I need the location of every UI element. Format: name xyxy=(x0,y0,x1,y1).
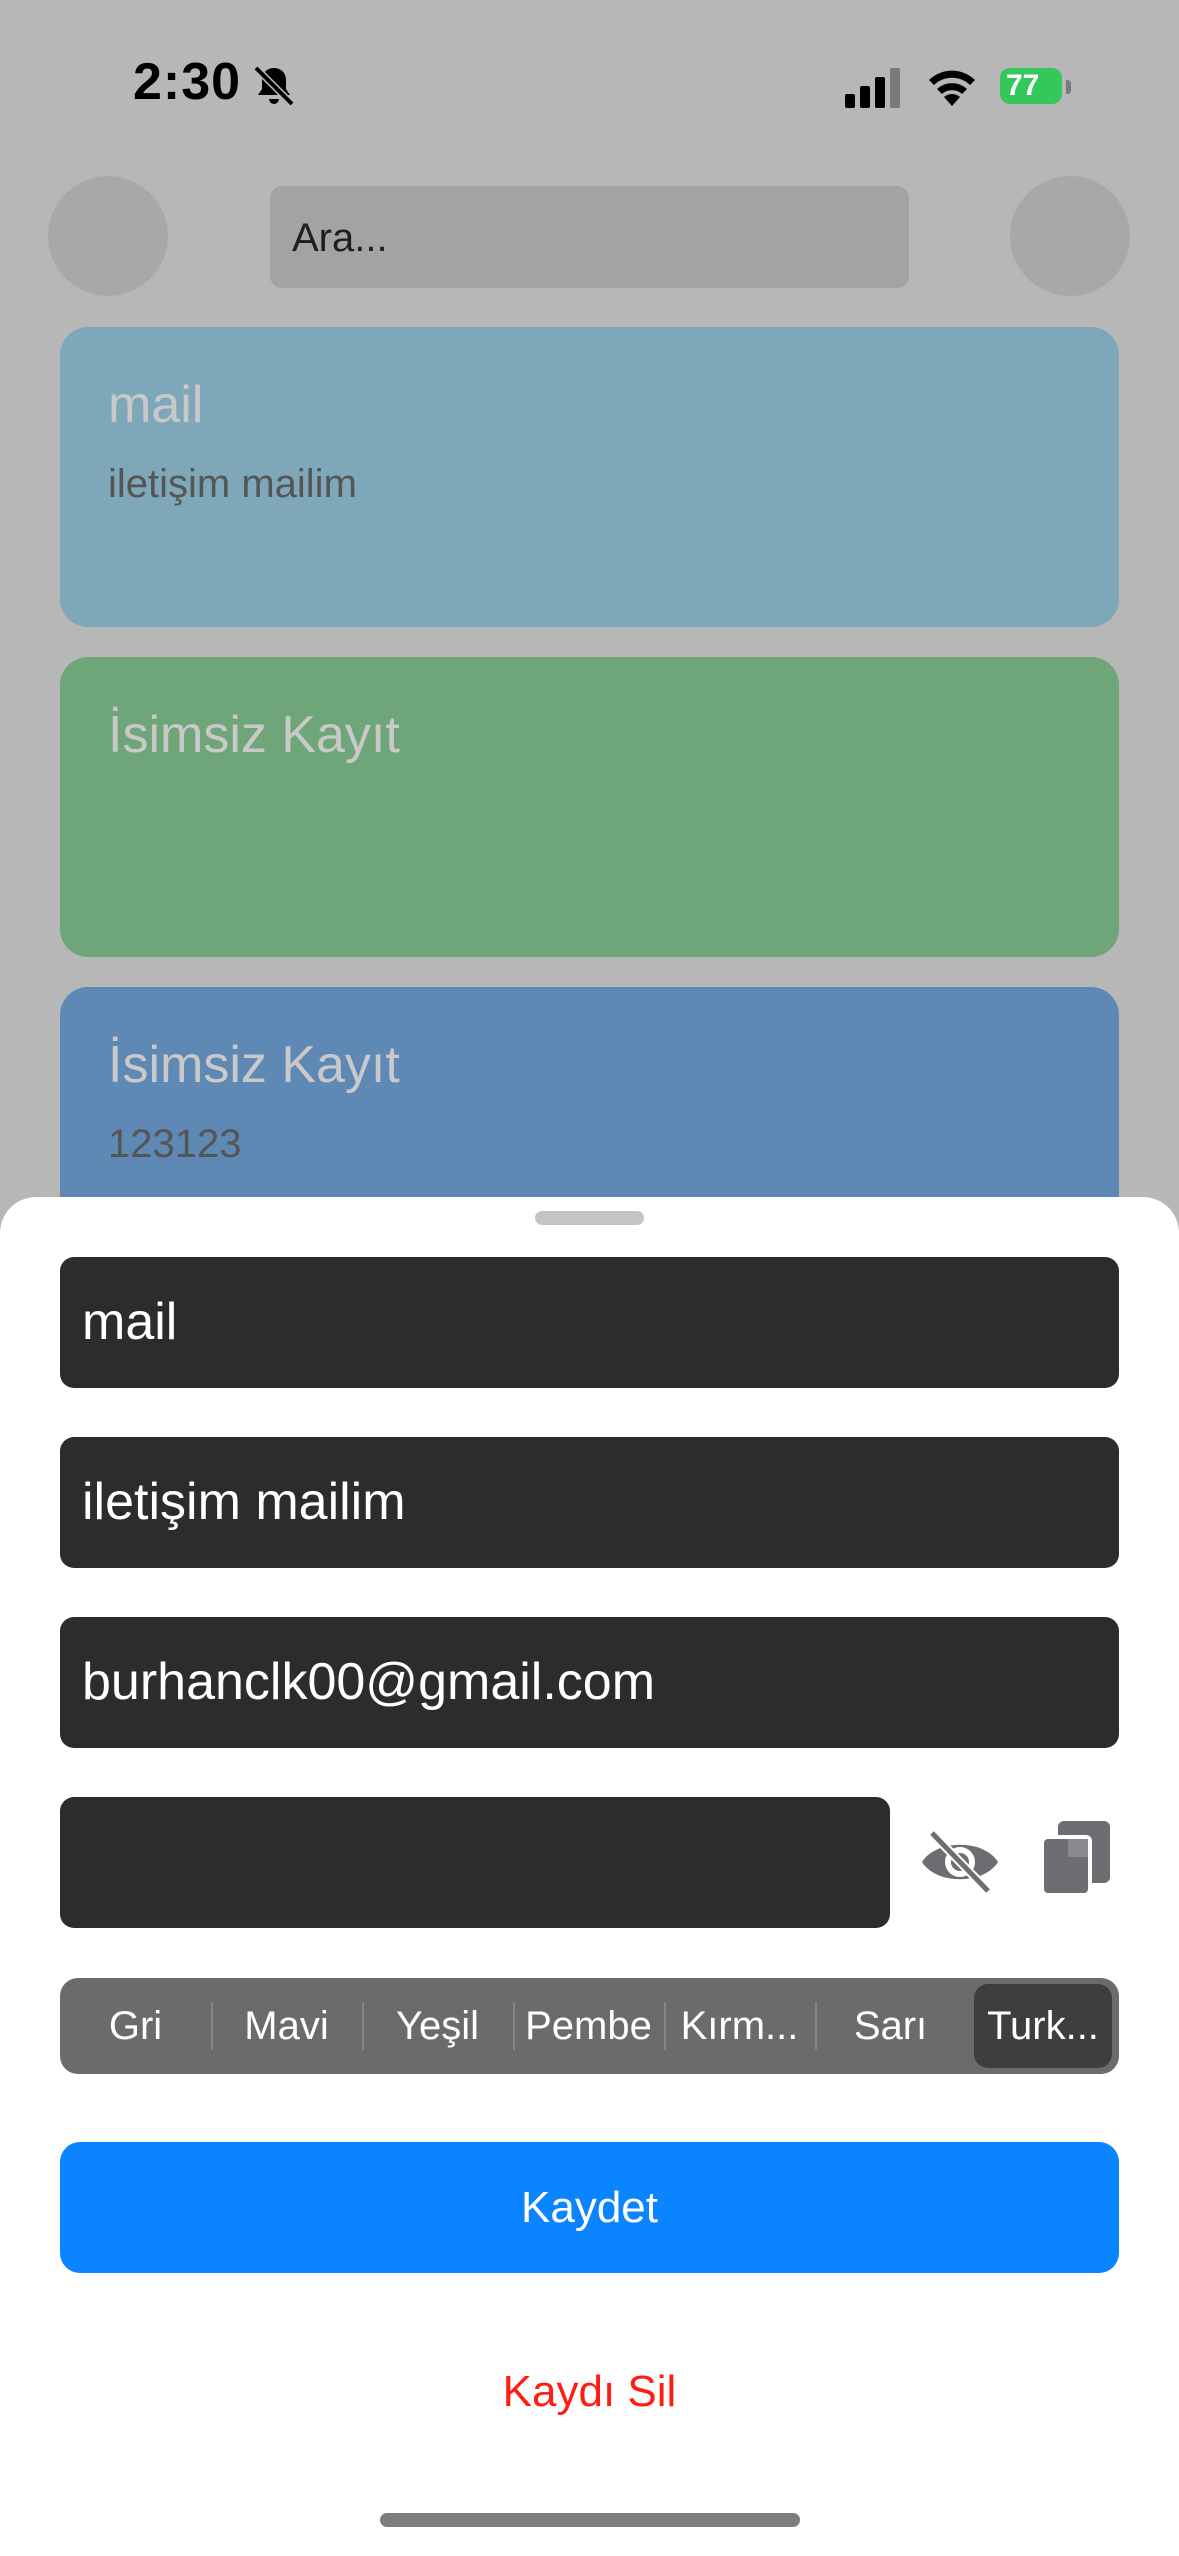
password-field[interactable] xyxy=(60,1797,890,1928)
email-field[interactable]: burhanclk00@gmail.com xyxy=(60,1617,1119,1748)
color-option-pembe[interactable]: Pembe xyxy=(513,1978,664,2074)
search-field[interactable]: Ara... xyxy=(270,186,909,288)
save-button[interactable]: Kaydet xyxy=(60,2142,1119,2273)
delete-record-button[interactable]: Kaydı Sil xyxy=(0,2367,1179,2417)
title-field[interactable]: mail xyxy=(60,1257,1119,1388)
color-option-sari[interactable]: Sarı xyxy=(815,1978,966,2074)
wifi-icon xyxy=(929,70,975,106)
color-picker: Gri Mavi Yeşil Pembe Kırm... Sarı Turk..… xyxy=(60,1978,1119,2074)
eye-slash-icon[interactable] xyxy=(918,1825,1002,1899)
record-subtitle: 123123 xyxy=(108,1122,242,1166)
record-title: İsimsiz Kayıt xyxy=(108,706,400,764)
color-option-gri[interactable]: Gri xyxy=(60,1978,211,2074)
battery-level: 77 xyxy=(1006,69,1040,102)
left-circle-button[interactable] xyxy=(48,176,168,296)
color-option-kirmizi[interactable]: Kırm... xyxy=(664,1978,815,2074)
edit-record-sheet: mail iletişim mailim burhanclk00@gmail.c… xyxy=(0,1197,1179,2556)
record-title: mail xyxy=(108,376,204,434)
cellular-signal-icon xyxy=(845,68,900,108)
color-option-mavi[interactable]: Mavi xyxy=(211,1978,362,2074)
home-indicator xyxy=(380,2513,800,2527)
record-card[interactable]: İsimsiz Kayıt xyxy=(60,657,1119,957)
description-field[interactable]: iletişim mailim xyxy=(60,1437,1119,1568)
status-time: 2:30 xyxy=(133,53,242,111)
search-placeholder: Ara... xyxy=(292,216,388,260)
record-card[interactable]: mail iletişim mailim xyxy=(60,327,1119,627)
color-option-turkuaz-selected[interactable]: Turk... xyxy=(974,1984,1112,2068)
sheet-grabber[interactable] xyxy=(535,1211,644,1225)
record-subtitle: iletişim mailim xyxy=(108,462,357,506)
copy-icon[interactable] xyxy=(1036,1817,1114,1901)
add-button[interactable] xyxy=(1010,176,1130,296)
record-title: İsimsiz Kayıt xyxy=(108,1036,400,1094)
status-bar: 2:30 77 xyxy=(0,0,1179,170)
bell-muted-icon xyxy=(253,65,295,107)
battery-icon: 77 xyxy=(1000,62,1080,110)
color-option-yesil[interactable]: Yeşil xyxy=(362,1978,513,2074)
